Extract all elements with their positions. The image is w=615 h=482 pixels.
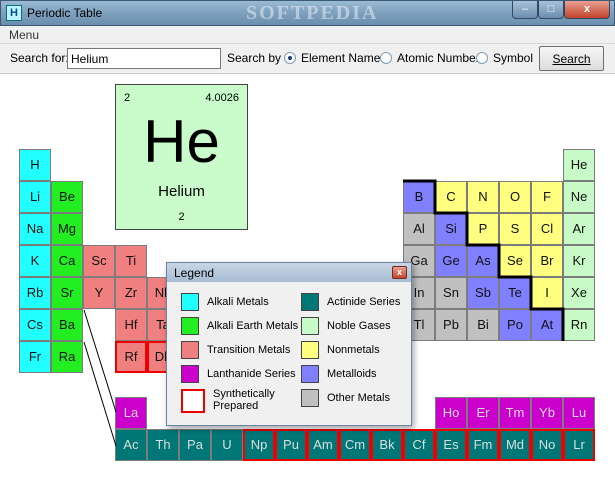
selected-atomic-number: 2 (124, 92, 131, 104)
legend-swatch-metalloid (301, 365, 319, 383)
legend-swatch-alkaline (181, 317, 199, 335)
legend-title: Legend (174, 266, 215, 280)
legend-swatch-alkali (181, 293, 199, 311)
selected-name: Helium (158, 183, 205, 200)
legend-label-metalloid: Metalloids (327, 368, 377, 380)
legend-swatch-other (301, 389, 319, 407)
legend-swatch-noble (301, 317, 319, 335)
legend-swatch-actinide (301, 293, 319, 311)
legend-swatch-nonmetal (301, 341, 319, 359)
legend-label-transition: Transition Metals (207, 344, 291, 356)
metal-nonmetal-divider (403, 179, 565, 341)
selected-shells: 2 (178, 211, 185, 223)
legend-swatch-synthetic (181, 389, 205, 413)
legend-window[interactable]: Legend x Alkali Metals Actinide Series Alk… (166, 262, 412, 426)
legend-label-noble: Noble Gases (327, 320, 391, 332)
selected-element-card: 2 4.0026 He Helium 2 (115, 84, 248, 230)
legend-label-actinide: Actinide Series (327, 296, 401, 308)
legend-label-alkali: Alkali Metals (207, 296, 269, 308)
actinide-connector-line (83, 341, 117, 447)
lanthanide-connector-line (83, 309, 117, 413)
legend-label-other: Other Metals (327, 392, 390, 404)
legend-title-bar[interactable]: Legend x (167, 263, 411, 282)
selected-atomic-mass: 4.0026 (205, 92, 239, 104)
selected-symbol: He (143, 108, 220, 175)
legend-label-lanthanide: Lanthanide Series (207, 368, 296, 380)
legend-close-button[interactable]: x (392, 266, 407, 279)
legend-label-nonmetal: Nonmetals (327, 344, 380, 356)
legend-swatch-lanthanide (181, 365, 199, 383)
legend-label-synthetic: Synthetically Prepared (213, 388, 275, 412)
legend-swatch-transition (181, 341, 199, 359)
legend-label-alkaline: Alkali Earth Metals (207, 320, 299, 332)
